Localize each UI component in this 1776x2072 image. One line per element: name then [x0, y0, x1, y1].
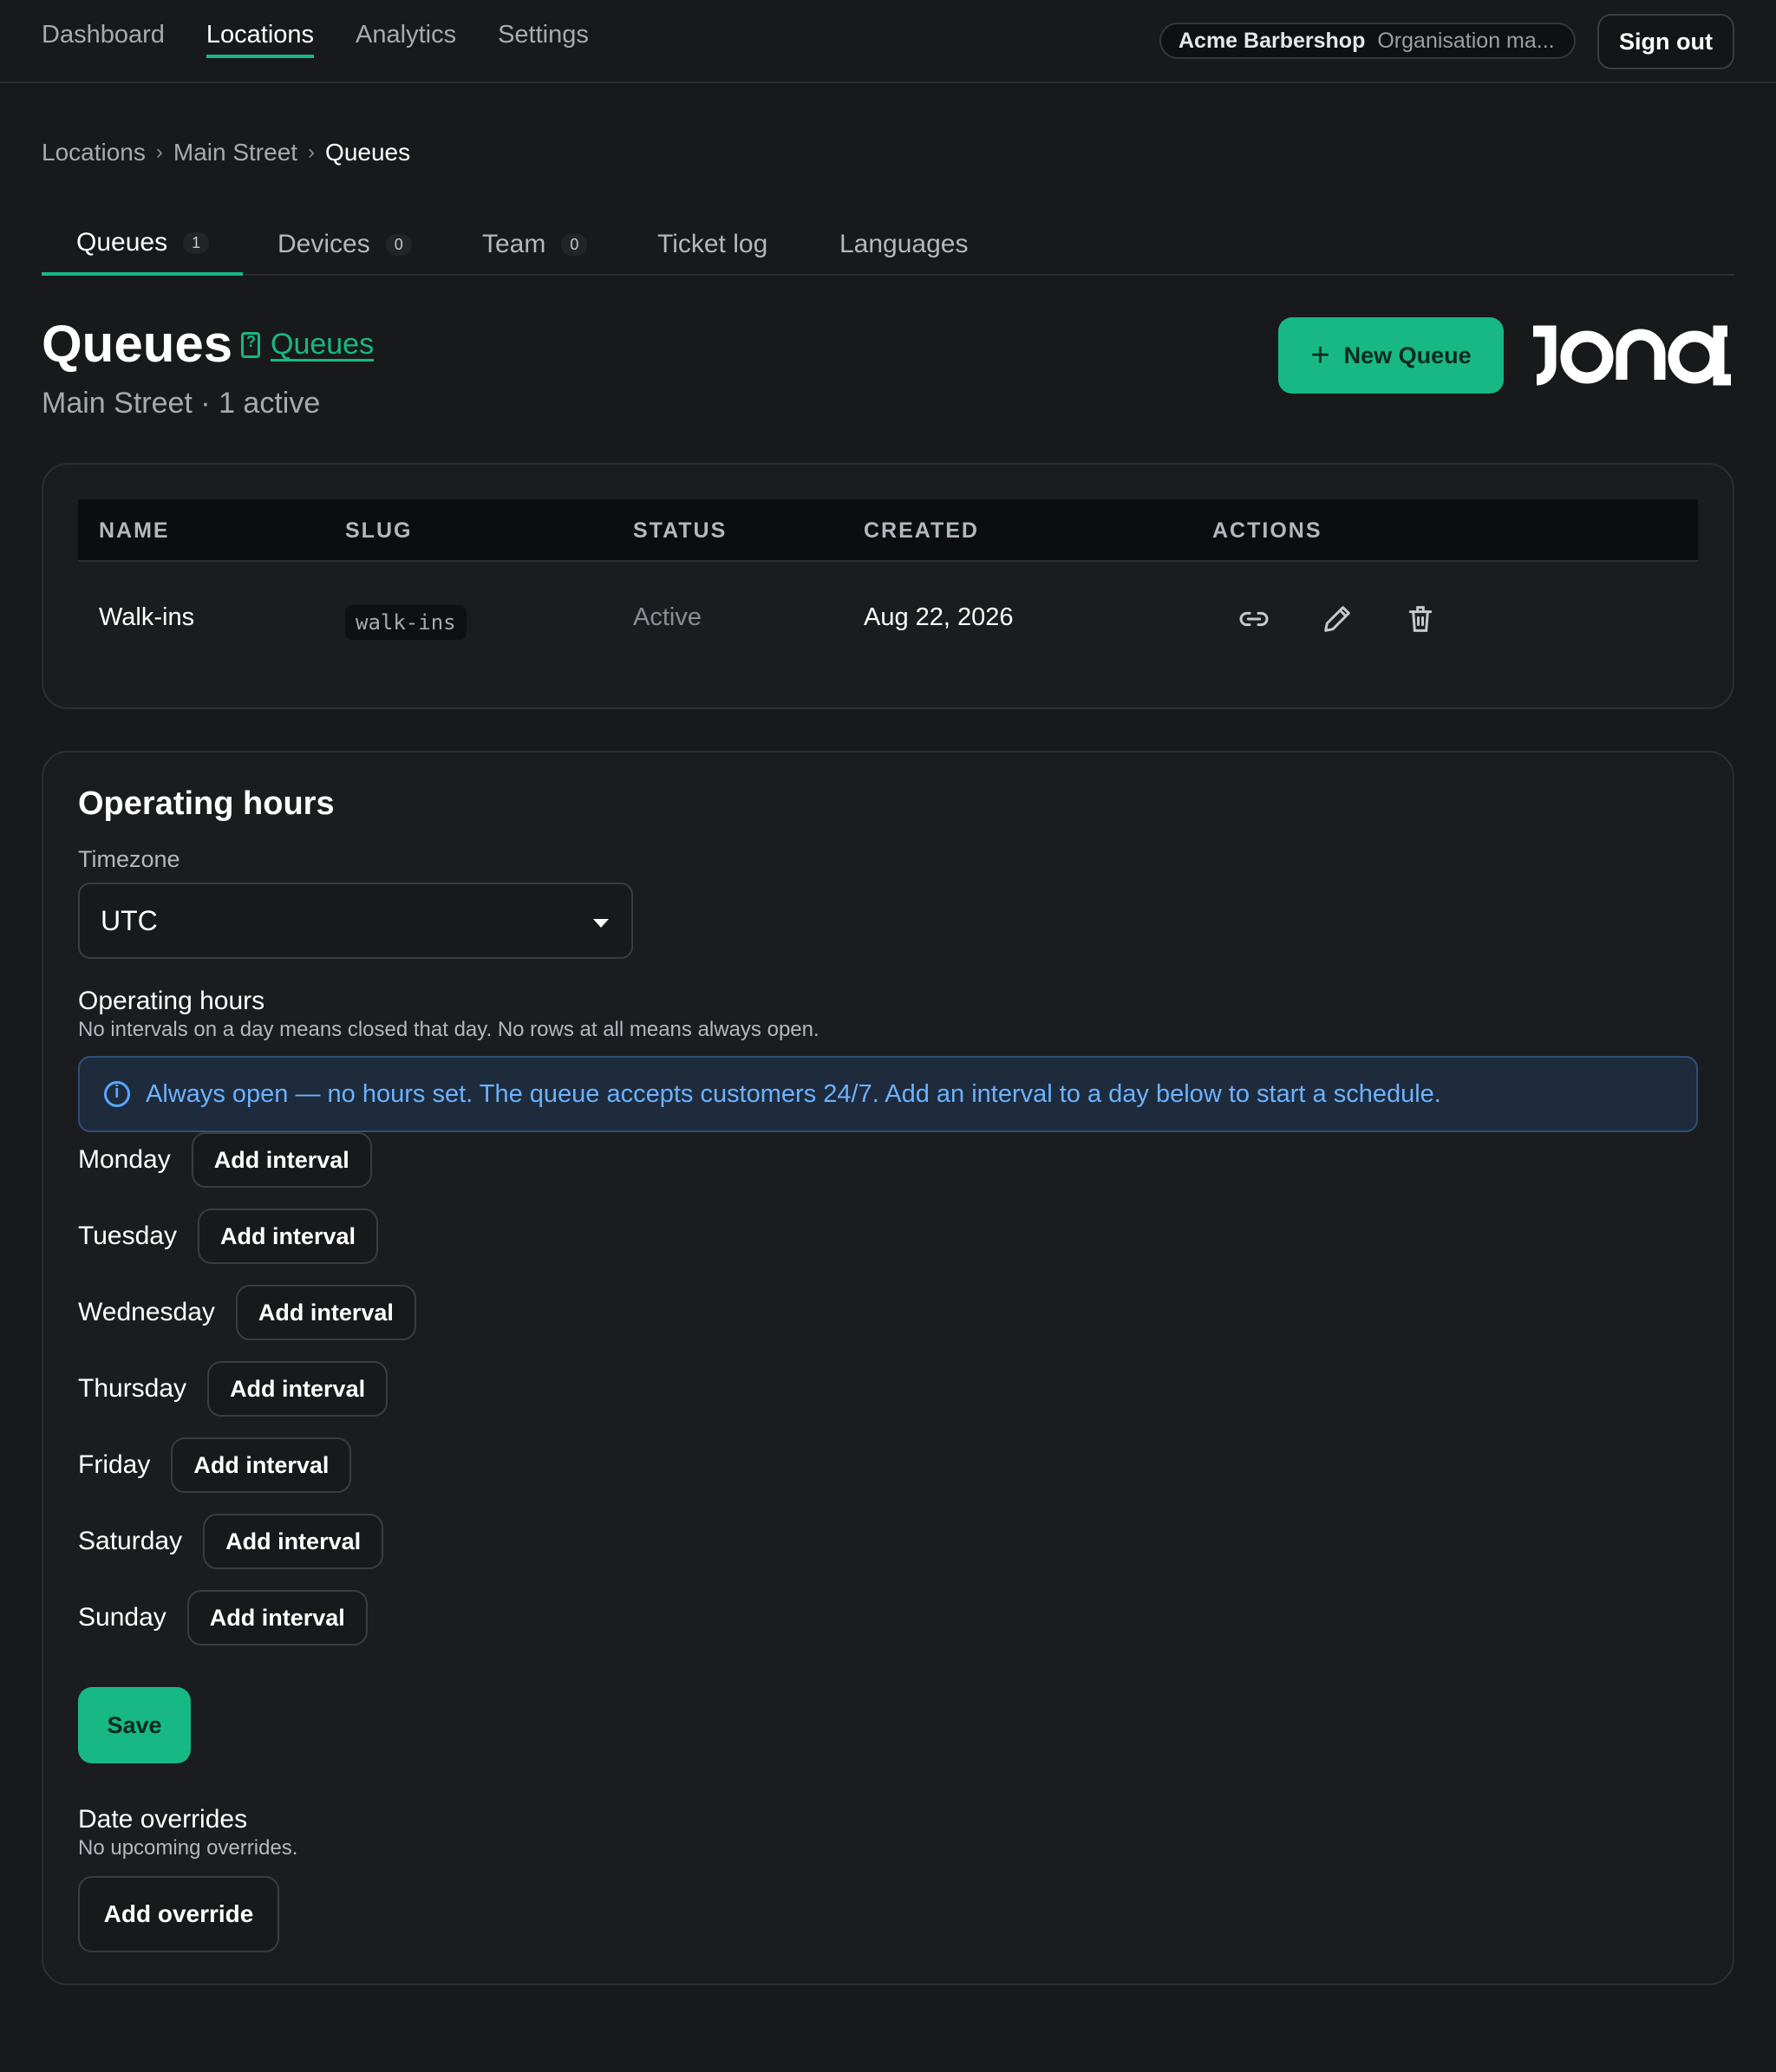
add-interval-button[interactable]: Add interval	[203, 1514, 384, 1569]
org-name: Acme Barbershop	[1179, 28, 1366, 53]
add-interval-button[interactable]: Add interval	[207, 1361, 388, 1417]
page-title: Queues	[42, 315, 233, 373]
tab-count-badge: 0	[561, 233, 588, 256]
tab-count-badge: 1	[183, 231, 210, 254]
nav-link-analytics[interactable]: Analytics	[356, 21, 456, 58]
tab-label: Devices	[278, 230, 370, 258]
breadcrumb-separator: ›	[308, 140, 316, 164]
day-name: Thursday	[78, 1374, 187, 1403]
add-interval-button[interactable]: Add interval	[186, 1590, 368, 1645]
queue-status: Active	[633, 603, 702, 631]
tab-label: Languages	[839, 230, 969, 258]
docs-link-label: Queues	[271, 328, 375, 361]
nav-link-settings[interactable]: Settings	[498, 21, 589, 58]
add-interval-button[interactable]: Add interval	[197, 1209, 378, 1264]
column-header-status: STATUS	[633, 518, 728, 543]
queue-created-date: Aug 22, 2026	[864, 603, 1014, 631]
breadcrumb-locations[interactable]: Locations	[42, 139, 146, 166]
day-row-sunday: Sunday Add interval	[78, 1590, 368, 1645]
top-navigation: Dashboard Locations Analytics Settings A…	[0, 0, 1776, 83]
queue-name: Walk-ins	[99, 603, 195, 631]
day-name: Wednesday	[78, 1298, 215, 1326]
column-header-slug: SLUG	[345, 518, 413, 543]
date-overrides-hint: No upcoming overrides.	[78, 1836, 298, 1860]
timezone-label: Timezone	[78, 846, 180, 872]
day-row-wednesday: Wednesday Add interval	[78, 1285, 416, 1340]
table-row: Walk-ins walk-ins Active Aug 22, 2026	[78, 562, 1698, 676]
add-interval-button[interactable]: Add interval	[191, 1132, 372, 1188]
sign-out-button[interactable]: Sign out	[1597, 14, 1734, 69]
tab-queues[interactable]: Queues 1	[42, 213, 243, 276]
queue-slug: walk-ins	[345, 605, 467, 640]
column-header-name: NAME	[99, 518, 170, 543]
breadcrumb-main-street[interactable]: Main Street	[173, 139, 297, 166]
operating-hours-subheading: Operating hours	[78, 987, 265, 1015]
add-interval-button[interactable]: Add interval	[171, 1437, 352, 1493]
main-nav-links: Dashboard Locations Analytics Settings	[42, 21, 589, 58]
timezone-value: UTC	[101, 905, 158, 936]
table-header: NAME SLUG STATUS CREATED ACTIONS	[78, 499, 1698, 562]
add-interval-button[interactable]: Add interval	[235, 1285, 416, 1340]
trash-icon[interactable]	[1403, 602, 1438, 636]
day-row-monday: Monday Add interval	[78, 1132, 372, 1188]
operating-hours-hint: No intervals on a day means closed that …	[78, 1018, 819, 1041]
docs-link[interactable]: Queues	[241, 328, 374, 362]
tab-languages[interactable]: Languages	[839, 213, 968, 276]
tab-label: Ticket log	[657, 230, 768, 258]
day-name: Sunday	[78, 1603, 166, 1632]
day-name: Monday	[78, 1145, 171, 1174]
tab-team[interactable]: Team 0	[482, 213, 588, 276]
day-row-saturday: Saturday Add interval	[78, 1514, 384, 1569]
always-open-banner: Always open — no hours set. The queue ac…	[78, 1056, 1698, 1132]
day-row-friday: Friday Add interval	[78, 1437, 352, 1493]
column-header-actions: ACTIONS	[1212, 518, 1322, 543]
timezone-select[interactable]: UTC	[78, 883, 633, 959]
save-button[interactable]: Save	[78, 1687, 191, 1763]
breadcrumb-separator: ›	[155, 140, 163, 164]
column-header-created: CREATED	[864, 518, 979, 543]
pencil-icon[interactable]	[1320, 602, 1355, 636]
day-name: Tuesday	[78, 1222, 177, 1250]
org-role: Organisation ma...	[1377, 28, 1555, 53]
operating-hours-card: Operating hours Timezone UTC Operating h…	[42, 751, 1734, 1985]
nav-link-dashboard[interactable]: Dashboard	[42, 21, 165, 58]
page-subtitle: Main Street · 1 active	[42, 387, 321, 420]
operating-hours-title: Operating hours	[78, 785, 335, 822]
new-queue-label: New Queue	[1343, 342, 1472, 368]
tab-devices[interactable]: Devices 0	[278, 213, 412, 276]
tab-count-badge: 0	[385, 233, 412, 256]
date-overrides-title: Date overrides	[78, 1805, 248, 1834]
day-row-thursday: Thursday Add interval	[78, 1361, 388, 1417]
tab-label: Team	[482, 230, 546, 258]
breadcrumb-queues: Queues	[325, 139, 411, 166]
chevron-down-icon	[593, 919, 609, 928]
brand-logo	[1533, 325, 1731, 386]
breadcrumb: Locations › Main Street › Queues	[42, 139, 410, 166]
link-icon[interactable]	[1237, 602, 1271, 636]
new-queue-button[interactable]: + New Queue	[1278, 317, 1504, 394]
organisation-switcher[interactable]: Acme Barbershop Organisation ma...	[1159, 23, 1576, 59]
day-row-tuesday: Tuesday Add interval	[78, 1209, 378, 1264]
tab-ticket-log[interactable]: Ticket log	[657, 213, 767, 276]
info-icon	[104, 1081, 130, 1107]
banner-text: Always open — no hours set. The queue ac…	[146, 1079, 1441, 1108]
help-doc-icon	[241, 331, 260, 358]
plus-icon: +	[1310, 337, 1330, 374]
location-tabs: Queues 1 Devices 0 Team 0 Ticket log Lan…	[42, 213, 1734, 276]
day-name: Saturday	[78, 1527, 183, 1555]
add-override-button[interactable]: Add override	[78, 1876, 279, 1952]
nav-link-locations[interactable]: Locations	[206, 21, 315, 58]
day-name: Friday	[78, 1450, 151, 1479]
queues-table-card: NAME SLUG STATUS CREATED ACTIONS Walk-in…	[42, 463, 1734, 709]
tab-label: Queues	[76, 228, 168, 257]
